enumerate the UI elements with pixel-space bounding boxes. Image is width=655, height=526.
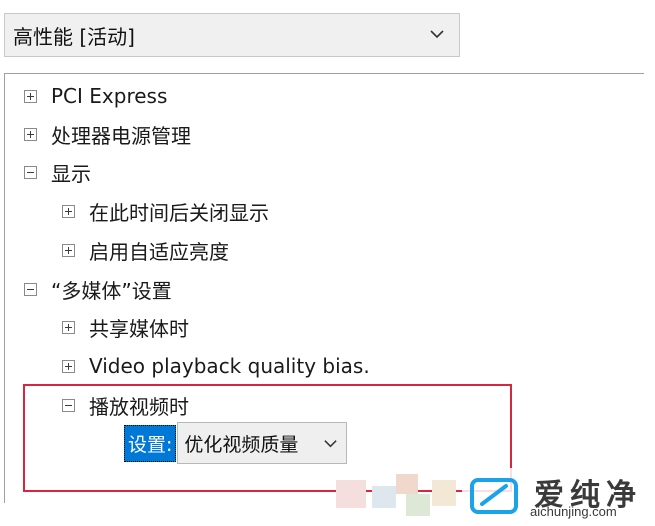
tree-item-display[interactable]: 显示 bbox=[24, 158, 91, 186]
mosaic-block bbox=[432, 480, 456, 506]
tree-item-display-off-after[interactable]: 在此时间后关闭显示 bbox=[62, 197, 269, 225]
expand-icon[interactable] bbox=[62, 243, 75, 257]
expand-icon[interactable] bbox=[62, 359, 75, 373]
tree-item-label: 处理器电源管理 bbox=[51, 123, 191, 148]
tree-item-label: PCI Express bbox=[51, 84, 168, 108]
expand-icon[interactable] bbox=[62, 204, 75, 218]
mosaic-block bbox=[336, 480, 366, 508]
tree-item-label: 共享媒体时 bbox=[89, 316, 189, 341]
tree-item-label: Video playback quality bias. bbox=[89, 354, 370, 378]
expand-icon[interactable] bbox=[24, 127, 37, 141]
expand-icon[interactable] bbox=[62, 320, 75, 334]
tree-item-multimedia-settings[interactable]: “多媒体”设置 bbox=[24, 275, 172, 303]
tree-item-processor-power[interactable]: 处理器电源管理 bbox=[24, 120, 191, 148]
mosaic-block bbox=[396, 474, 418, 494]
brand-logo-icon bbox=[470, 478, 518, 514]
chevron-down-icon bbox=[430, 30, 444, 39]
watermark: 爱纯净 aichunjing.com bbox=[462, 468, 652, 524]
tree-item-label: “多媒体”设置 bbox=[51, 278, 172, 303]
mosaic-block bbox=[406, 494, 430, 516]
expand-icon[interactable] bbox=[24, 89, 37, 103]
tree-item-video-quality-bias[interactable]: Video playback quality bias. bbox=[62, 352, 370, 380]
collapse-icon[interactable] bbox=[24, 165, 37, 179]
power-plan-value: 高性能 [活动] bbox=[13, 24, 135, 49]
tree-item-label: 启用自适应亮度 bbox=[89, 239, 229, 264]
tree-item-pci-express[interactable]: PCI Express bbox=[24, 82, 167, 110]
collapse-icon[interactable] bbox=[24, 282, 37, 296]
highlight-frame bbox=[23, 384, 512, 492]
watermark-url: aichunjing.com bbox=[530, 504, 617, 519]
mosaic-block bbox=[372, 486, 396, 508]
tree-item-label: 显示 bbox=[51, 161, 91, 186]
tree-item-media-sharing[interactable]: 共享媒体时 bbox=[62, 313, 189, 341]
power-plan-dropdown[interactable]: 高性能 [活动] bbox=[4, 13, 460, 57]
tree-item-label: 在此时间后关闭显示 bbox=[89, 200, 269, 225]
tree-item-adaptive-brightness[interactable]: 启用自适应亮度 bbox=[62, 236, 229, 264]
